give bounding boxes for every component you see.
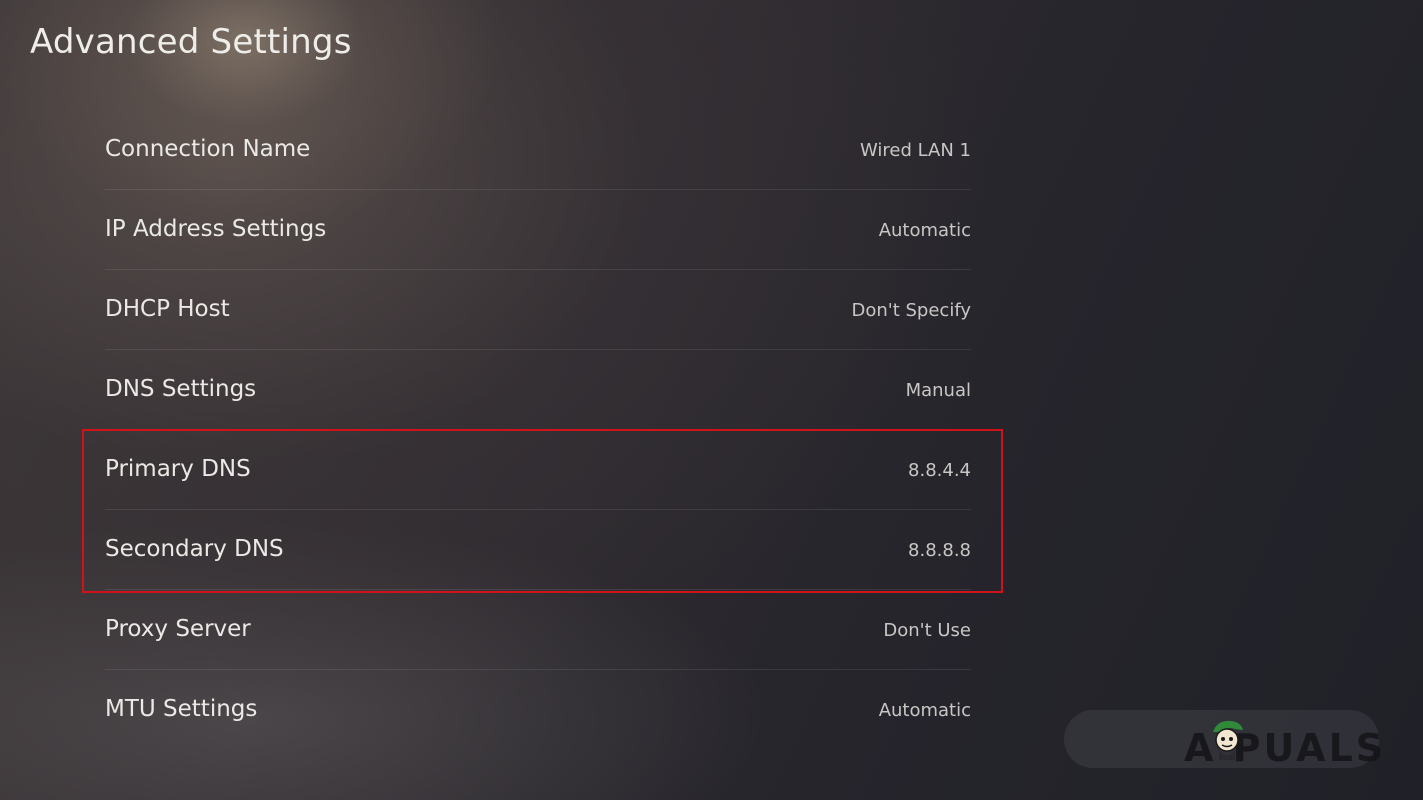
setting-value: Automatic (878, 700, 971, 721)
setting-value: Don't Use (883, 620, 971, 641)
setting-value: Automatic (878, 220, 971, 241)
setting-label: Proxy Server (105, 616, 251, 642)
dns-highlight-box (82, 429, 1003, 593)
setting-label: DHCP Host (105, 296, 230, 322)
setting-label: Connection Name (105, 136, 311, 162)
setting-row-mtu-settings[interactable]: MTU Settings Automatic (105, 670, 971, 750)
setting-row-ip-address-settings[interactable]: IP Address Settings Automatic (105, 190, 971, 270)
setting-label: IP Address Settings (105, 216, 327, 242)
setting-value: Manual (905, 380, 971, 401)
setting-row-proxy-server[interactable]: Proxy Server Don't Use (105, 590, 971, 670)
setting-value: Wired LAN 1 (859, 140, 971, 161)
setting-value: Don't Specify (851, 300, 971, 321)
setting-label: MTU Settings (105, 696, 258, 722)
setting-row-connection-name[interactable]: Connection Name Wired LAN 1 (105, 110, 971, 190)
page-title: Advanced Settings (30, 22, 352, 62)
setting-row-dns-settings[interactable]: DNS Settings Manual (105, 350, 971, 430)
setting-row-dhcp-host[interactable]: DHCP Host Don't Specify (105, 270, 971, 350)
appuals-logo-icon (1213, 720, 1243, 760)
setting-label: DNS Settings (105, 376, 257, 402)
